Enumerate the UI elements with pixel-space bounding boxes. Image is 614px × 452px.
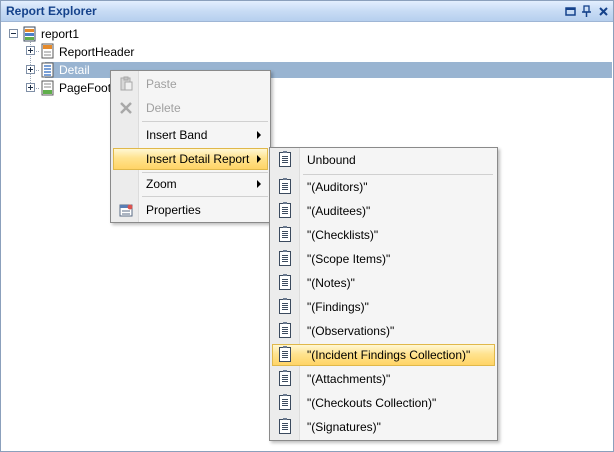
expand-toggle[interactable] <box>26 65 35 74</box>
detail-report-icon <box>279 370 291 386</box>
dock-icon[interactable] <box>564 5 577 18</box>
detail-report-icon <box>279 250 291 266</box>
detail-report-icon <box>279 274 291 290</box>
detail-report-icon <box>279 418 291 434</box>
expand-toggle[interactable] <box>26 46 35 55</box>
submenu-item[interactable]: "(Notes)" <box>272 272 495 294</box>
tree-node-reportheader[interactable]: ReportHeader <box>59 45 134 59</box>
submenu-arrow-icon <box>257 131 261 139</box>
submenu-item[interactable]: "(Checklists)" <box>272 224 495 246</box>
paste-icon <box>120 76 133 91</box>
submenu-item-label: "(Checkouts Collection)" <box>307 396 437 410</box>
menu-separator <box>142 196 268 197</box>
tree-node-detail[interactable]: Detail <box>59 63 90 77</box>
collapse-toggle[interactable] <box>9 29 18 38</box>
tree-node-report1[interactable]: report1 <box>41 27 79 41</box>
submenu-item[interactable]: "(Auditors)" <box>272 176 495 198</box>
detail-report-icon <box>279 151 291 167</box>
menu-item-label: Properties <box>146 203 201 217</box>
detail-report-icon <box>279 346 291 362</box>
menu-item-label: Insert Detail Report <box>146 152 250 166</box>
menu-separator <box>303 174 493 175</box>
menu-item-delete[interactable]: Delete <box>113 97 268 119</box>
submenu-item[interactable]: "(Scope Items)" <box>272 248 495 270</box>
context-menu: Paste Delete Insert Band Insert Detail R… <box>110 70 271 223</box>
submenu-item-label: "(Checklists)" <box>307 228 379 242</box>
menu-item-label: Paste <box>146 77 177 91</box>
submenu-item-label: "(Incident Findings Collection)" <box>307 348 471 362</box>
report-header-band-icon <box>41 43 54 59</box>
submenu-item-highlighted[interactable]: "(Incident Findings Collection)" <box>272 344 495 366</box>
detail-report-icon <box>279 298 291 314</box>
submenu-item-label: Unbound <box>307 153 356 167</box>
panel-title: Report Explorer <box>6 4 97 18</box>
menu-item-label: Zoom <box>146 177 177 191</box>
report-icon <box>23 26 36 42</box>
menu-item-label: Delete <box>146 101 181 115</box>
detail-report-icon <box>279 394 291 410</box>
detail-report-icon <box>279 322 291 338</box>
delete-icon <box>120 102 132 114</box>
detail-band-icon <box>41 62 54 78</box>
insert-detail-report-submenu: Unbound "(Auditors)" "(Auditees)" "(Chec… <box>269 147 498 441</box>
panel-titlebar: Report Explorer <box>1 1 613 22</box>
submenu-item[interactable]: "(Signatures)" <box>272 416 495 438</box>
detail-report-icon <box>279 202 291 218</box>
submenu-item-label: "(Attachments)" <box>307 372 391 386</box>
menu-item-insert-detail-report[interactable]: Insert Detail Report <box>113 148 268 170</box>
detail-report-icon <box>279 226 291 242</box>
menu-item-properties[interactable]: Properties <box>113 199 268 221</box>
submenu-arrow-icon <box>257 155 261 163</box>
detail-report-icon <box>279 178 291 194</box>
submenu-item-unbound[interactable]: Unbound <box>272 149 495 171</box>
report-explorer-panel: Report Explorer report1 ReportHeader Det… <box>0 0 614 452</box>
page-footer-band-icon <box>41 80 54 96</box>
submenu-item-label: "(Signatures)" <box>307 420 381 434</box>
submenu-item[interactable]: "(Auditees)" <box>272 200 495 222</box>
submenu-item-label: "(Auditors)" <box>307 180 368 194</box>
tree-node-pagefooter[interactable]: PageFooter <box>59 81 111 95</box>
submenu-item-label: "(Findings)" <box>307 300 369 314</box>
submenu-item-label: "(Notes)" <box>307 276 355 290</box>
submenu-item-label: "(Observations)" <box>307 324 395 338</box>
close-icon[interactable] <box>597 5 610 18</box>
submenu-item-label: "(Scope Items)" <box>307 252 391 266</box>
menu-separator <box>142 121 268 122</box>
menu-item-zoom[interactable]: Zoom <box>113 173 268 195</box>
menu-item-label: Insert Band <box>146 128 208 142</box>
submenu-item[interactable]: "(Checkouts Collection)" <box>272 392 495 414</box>
submenu-item[interactable]: "(Attachments)" <box>272 368 495 390</box>
submenu-arrow-icon <box>257 180 261 188</box>
submenu-item[interactable]: "(Observations)" <box>272 320 495 342</box>
menu-item-insert-band[interactable]: Insert Band <box>113 124 268 146</box>
expand-toggle[interactable] <box>26 83 35 92</box>
properties-icon <box>119 204 133 217</box>
pin-icon[interactable] <box>580 5 593 18</box>
submenu-item[interactable]: "(Findings)" <box>272 296 495 318</box>
menu-item-paste[interactable]: Paste <box>113 73 268 95</box>
submenu-item-label: "(Auditees)" <box>307 204 371 218</box>
